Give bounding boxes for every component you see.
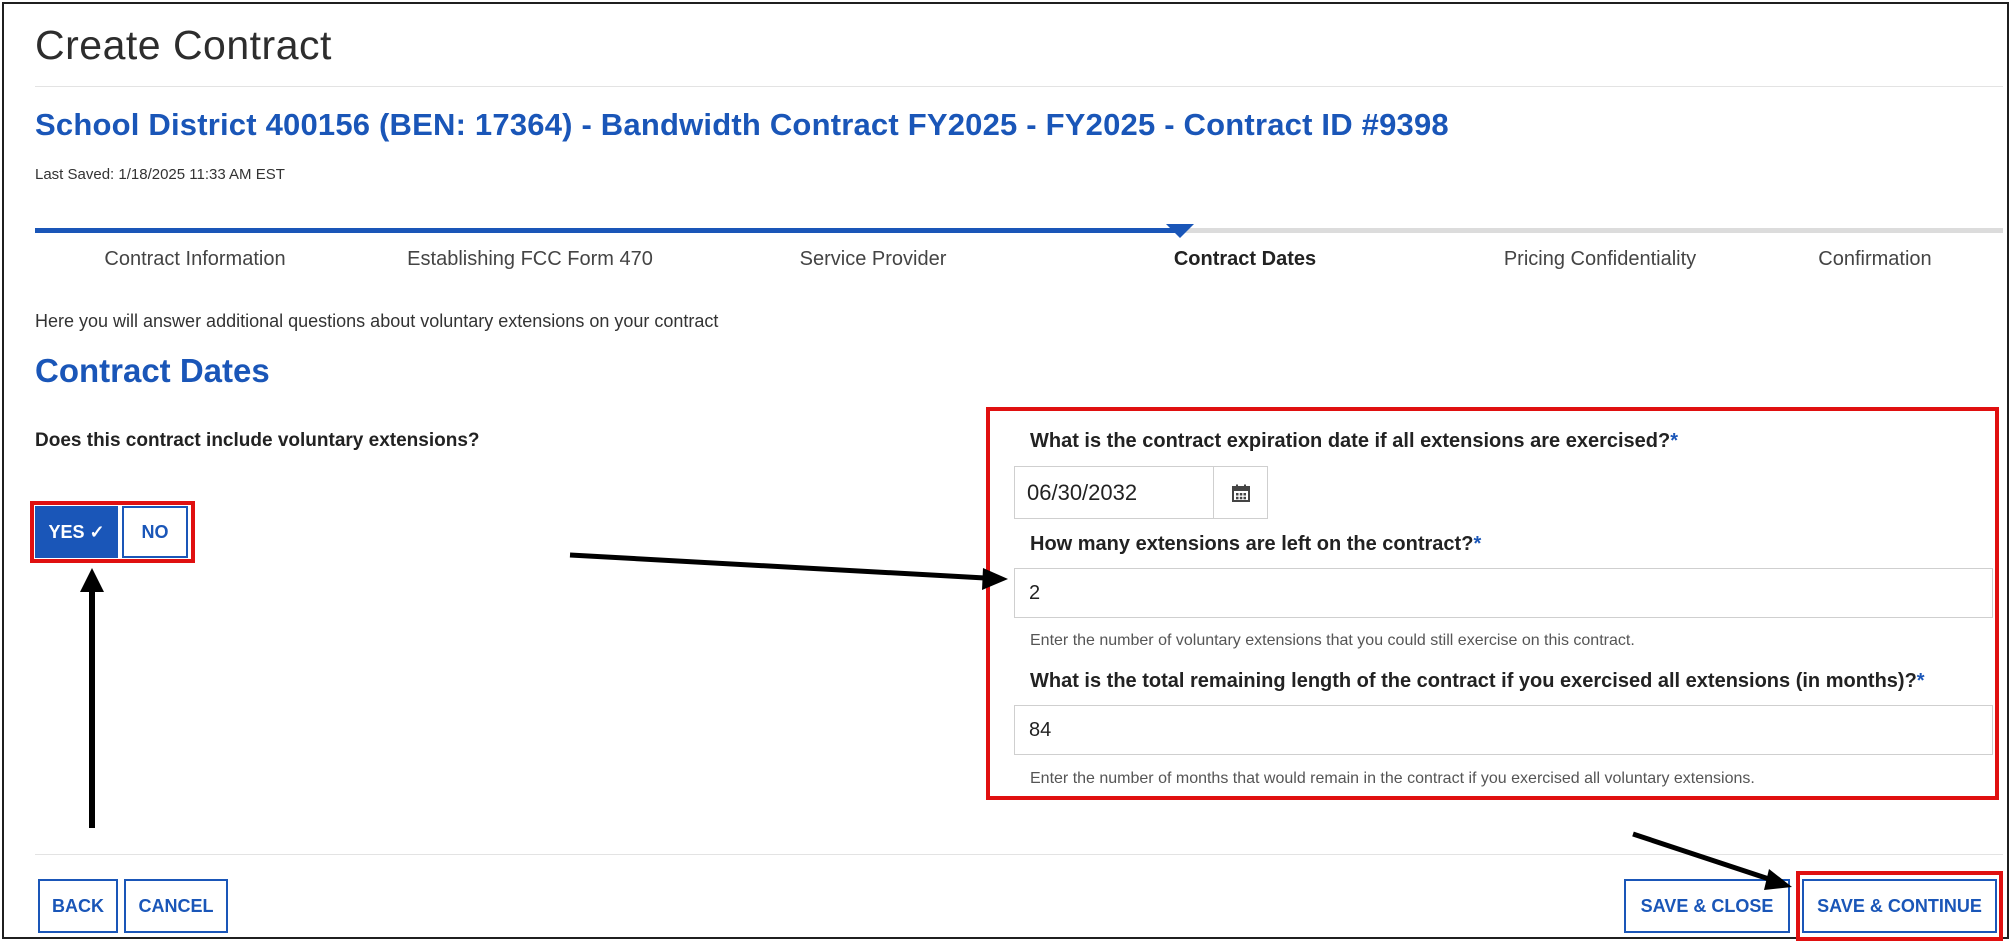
save-continue-button[interactable]: SAVE & CONTINUE	[1802, 879, 1997, 933]
last-saved-timestamp: Last Saved: 1/18/2025 11:33 AM EST	[35, 166, 285, 183]
voluntary-extensions-question: Does this contract include voluntary ext…	[35, 430, 480, 451]
contract-heading: School District 400156 (BEN: 17364) - Ba…	[35, 107, 1449, 142]
step-service-provider[interactable]: Service Provider	[728, 248, 1018, 271]
back-button[interactable]: BACK	[38, 879, 118, 933]
step-establishing-fcc-form-470[interactable]: Establishing FCC Form 470	[385, 248, 675, 271]
extensions-left-label: How many extensions are left on the cont…	[1030, 533, 1474, 555]
step-confirmation: Confirmation	[1818, 248, 1932, 270]
current-step-indicator	[1166, 224, 1194, 238]
no-button[interactable]: NO	[122, 506, 188, 558]
cancel-button[interactable]: CANCEL	[124, 879, 228, 933]
required-marker: *	[1473, 533, 1482, 555]
progress-fill	[35, 228, 1182, 233]
step-contract-dates[interactable]: Contract Dates	[1100, 248, 1390, 271]
remaining-length-help: Enter the number of months that would re…	[1030, 770, 1755, 787]
footer-divider	[35, 854, 2003, 855]
divider	[35, 86, 2003, 87]
section-title: Contract Dates	[35, 352, 270, 389]
save-close-button[interactable]: SAVE & CLOSE	[1624, 879, 1790, 933]
page-title: Create Contract	[35, 22, 332, 68]
expiration-date-input[interactable]: 06/30/2032	[1014, 466, 1214, 519]
required-marker: *	[1670, 430, 1679, 452]
intro-text: Here you will answer additional question…	[35, 311, 719, 331]
remaining-length-input[interactable]: 84	[1014, 705, 1993, 755]
step-pricing-confidentiality: Pricing Confidentiality	[1503, 248, 1697, 270]
expiration-date-question: What is the contract expiration date if …	[1030, 430, 1678, 453]
remaining-length-label: What is the total remaining length of th…	[1030, 670, 1917, 692]
yes-button[interactable]: YES ✓	[35, 506, 118, 558]
step-contract-information[interactable]: Contract Information	[50, 248, 340, 271]
extensions-left-help: Enter the number of voluntary extensions…	[1030, 632, 1635, 649]
expiration-date-label: What is the contract expiration date if …	[1030, 430, 1671, 452]
remaining-length-question: What is the total remaining length of th…	[1030, 670, 1925, 693]
extensions-left-input[interactable]: 2	[1014, 568, 1993, 618]
calendar-icon[interactable]	[1213, 466, 1268, 519]
required-marker: *	[1916, 670, 1925, 692]
extensions-left-question: How many extensions are left on the cont…	[1030, 533, 1481, 556]
